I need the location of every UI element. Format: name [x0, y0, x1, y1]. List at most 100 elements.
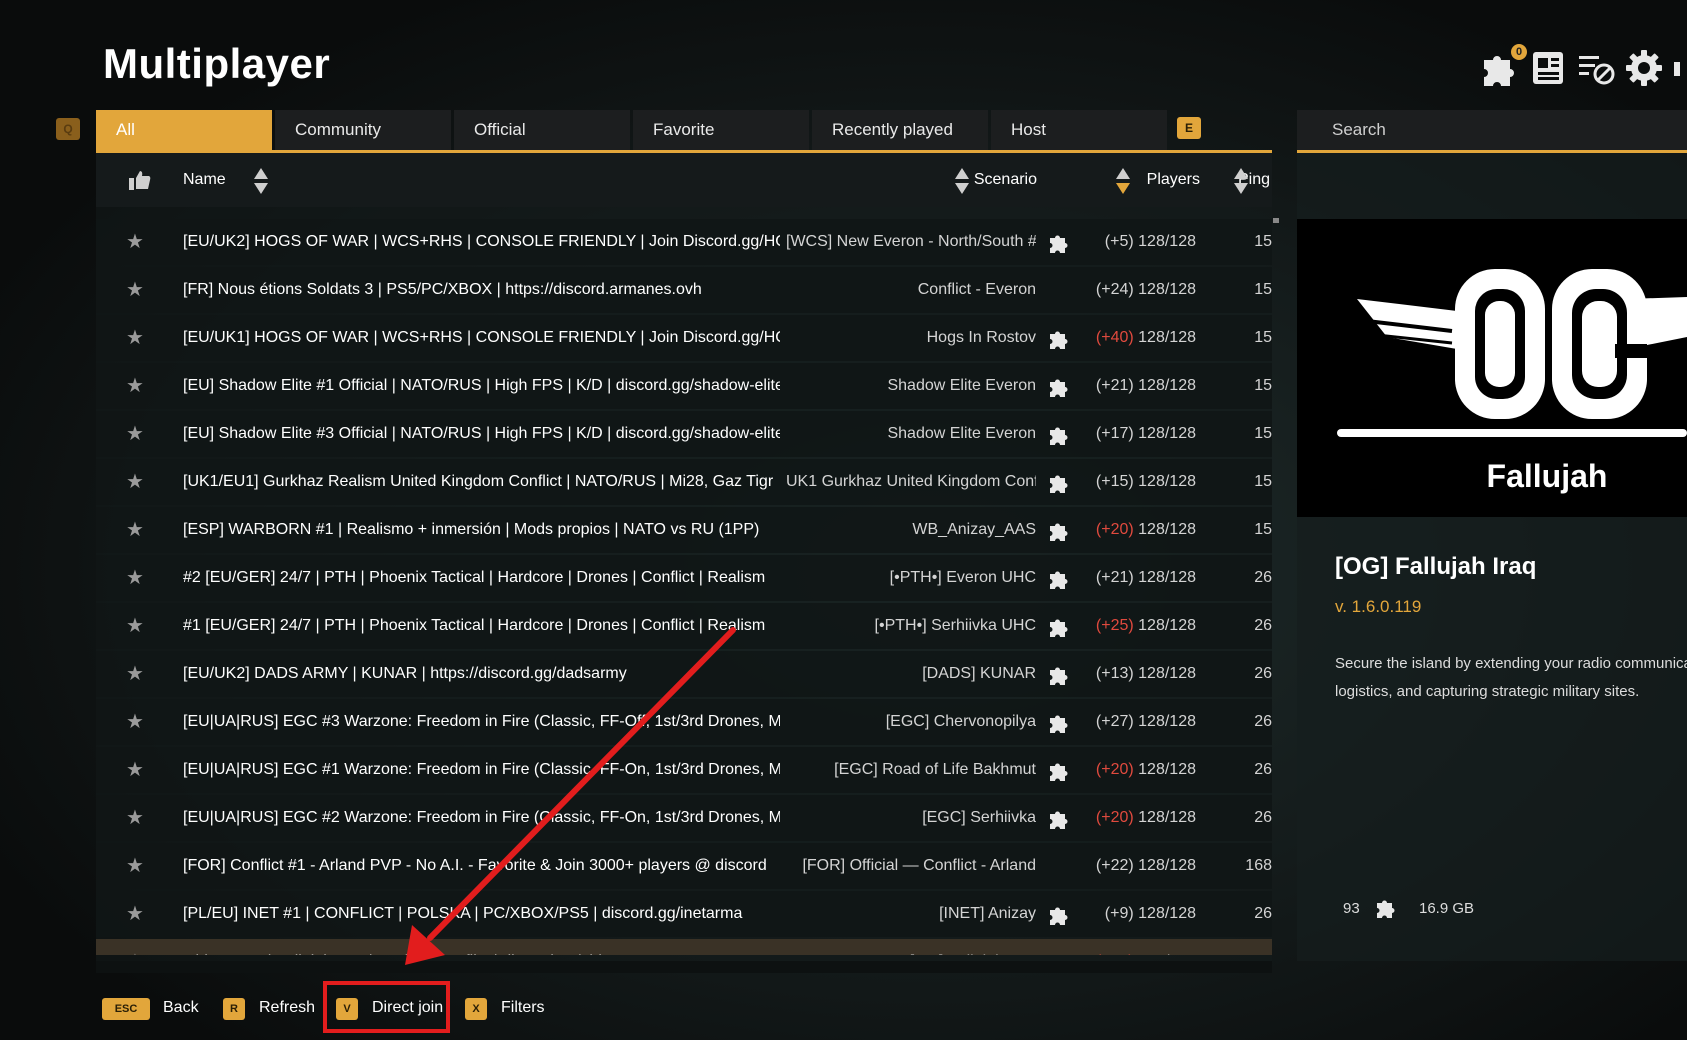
player-queue-delta: (+20) — [1095, 761, 1134, 778]
server-ping: 26 — [1254, 665, 1272, 682]
favorite-star-icon[interactable]: ★ — [126, 267, 146, 313]
server-ping: 26 — [1254, 761, 1272, 778]
next-tab-key[interactable]: E — [1177, 117, 1201, 139]
player-queue-delta: (+25) — [1096, 953, 1134, 955]
server-scenario: [DADS] KUNAR — [922, 665, 1036, 682]
sort-arrows-active-icon[interactable] — [1116, 168, 1130, 194]
filter-clear-icon[interactable] — [1576, 48, 1616, 88]
player-queue-delta: (+9) — [1104, 905, 1134, 922]
server-players: (+20) 128/128 — [1086, 747, 1196, 793]
player-count: 128/128 — [1138, 617, 1196, 634]
back-button[interactable]: Back — [163, 988, 199, 1028]
favorite-star-icon[interactable]: ★ — [126, 315, 146, 361]
table-row[interactable]: ★ [EU] Shadow Elite #1 Official | NATO/RU… — [96, 363, 1272, 409]
mods-icon — [1050, 715, 1068, 733]
player-count: 128/128 — [1138, 905, 1196, 922]
table-row[interactable]: ★ [EU] Shadow Elite #3 Official | NATO/RU… — [96, 411, 1272, 457]
server-name: #2 [EU/GER] 24/7 | PTH | Phoenix Tactica… — [183, 569, 766, 586]
table-row[interactable]: ★ [EU/UK1] HOGS OF WAR | WCS+RHS | CONSOL… — [96, 315, 1272, 361]
favorite-star-icon[interactable]: ★ — [126, 363, 146, 409]
player-queue-delta: (+20) — [1095, 521, 1134, 538]
server-name: [EU/UK1] HOGS OF WAR | WCS+RHS | CONSOLE… — [183, 329, 780, 346]
favorite-star-icon[interactable]: ★ — [126, 939, 146, 955]
server-players: (+20) 128/128 — [1086, 507, 1196, 553]
tab-recently-played[interactable]: Recently played — [812, 110, 988, 150]
favorite-star-icon[interactable]: ★ — [126, 651, 146, 697]
server-ping: 15 — [1254, 473, 1272, 490]
mods-badge: 0 — [1511, 44, 1527, 60]
server-players: (+13) 128/128 — [1086, 651, 1196, 697]
table-row[interactable]: ★ [PL/EU] INET #1 | CONFLICT | POLSKA | P… — [96, 891, 1272, 937]
og-logo-icon: Fallujah — [1297, 219, 1687, 517]
favorite-star-icon[interactable]: ★ — [126, 603, 146, 649]
player-count: 128/128 — [1138, 521, 1196, 538]
search-input[interactable]: Search — [1297, 110, 1687, 150]
favorite-star-icon[interactable]: ★ — [126, 747, 146, 793]
mod-size: 16.9 GB — [1419, 900, 1475, 917]
table-row[interactable]: ★ [EU|UA|RUS] EGC #2 Warzone: Freedom in … — [96, 795, 1272, 841]
thumbs-up-icon[interactable] — [129, 170, 151, 190]
favorite-star-icon[interactable]: ★ — [126, 891, 146, 937]
mods-icon — [1048, 951, 1070, 955]
favorite-star-icon[interactable]: ★ — [126, 507, 146, 553]
column-name[interactable]: Name — [183, 153, 226, 207]
mods-icon — [1050, 475, 1068, 493]
server-name: [EU|UA|RUS] EGC #2 Warzone: Freedom in F… — [183, 809, 780, 826]
news-icon[interactable] — [1528, 48, 1568, 88]
scrollbar[interactable] — [1273, 218, 1279, 223]
player-count: 128/128 — [1138, 329, 1196, 346]
server-players: (+21) 128/128 — [1086, 555, 1196, 601]
server-scenario: Hogs In Rostov — [926, 329, 1036, 346]
tab-community[interactable]: Community — [275, 110, 451, 150]
server-scenario: [•PTH•] Serhiivka UHC — [874, 617, 1036, 634]
server-players: (+20) 128/128 — [1086, 795, 1196, 841]
mods-icon — [1050, 619, 1068, 637]
table-row[interactable]: ★ [FR] Nous étions Soldats 3 | PS5/PC/XBO… — [96, 267, 1272, 313]
server-scenario: [WCS] New Everon - North/South #1 — [786, 233, 1036, 250]
favorite-star-icon[interactable]: ★ — [126, 459, 146, 505]
table-row[interactable]: ★ [ESP] WARBORN #1 | Realismo + inmersión… — [96, 507, 1272, 553]
server-name: [EU] Shadow Elite #1 Official | NATO/RUS… — [183, 377, 780, 394]
server-scenario: [FOR] Official — Conflict - Arland — [802, 857, 1036, 874]
mods-icon — [1050, 523, 1068, 541]
favorite-star-icon[interactable]: ★ — [126, 843, 146, 889]
server-ping: 26 — [1254, 569, 1272, 586]
mods-icon — [1377, 900, 1395, 918]
table-row[interactable]: ★ [UK1/EU1] Gurkhaz Realism United Kingdo… — [96, 459, 1272, 505]
tab-host[interactable]: Host — [991, 110, 1167, 150]
favorite-star-icon[interactable]: ★ — [126, 219, 146, 265]
column-ping[interactable]: Ping — [1186, 153, 1270, 207]
tab-official[interactable]: Official — [454, 110, 630, 150]
server-players: (+5) 128/128 — [1086, 219, 1196, 265]
server-ping: 26 — [1254, 905, 1272, 922]
favorite-star-icon[interactable]: ★ — [126, 411, 146, 457]
tab-favorite[interactable]: Favorite — [633, 110, 809, 150]
table-row[interactable]: ★ #1 [EU/GER] 24/7 | PTH | Phoenix Tactic… — [96, 603, 1272, 649]
prev-tab-key[interactable]: Q — [56, 118, 80, 140]
table-row[interactable]: ★ [EU|UA|RUS] EGC #1 Warzone: Freedom in … — [96, 747, 1272, 793]
server-name: [PL/EU] INET #1 | CONFLICT | POLSKA | PC… — [183, 905, 743, 922]
refresh-button[interactable]: Refresh — [259, 988, 315, 1028]
player-queue-delta: (+24) — [1095, 281, 1134, 298]
server-name: [FOR] Conflict #1 - Arland PVP - No A.I.… — [183, 857, 767, 874]
server-players: (+21) 128/128 — [1086, 363, 1196, 409]
tab-all[interactable]: All — [96, 110, 272, 150]
favorite-star-icon[interactable]: ★ — [126, 555, 146, 601]
table-row[interactable]: ★ Old Guys 9 | Fallujah Iraq | Modern Con… — [96, 939, 1272, 955]
server-scenario: [EGC] Chervonopilya — [885, 713, 1036, 730]
sort-arrows-icon[interactable] — [254, 168, 268, 194]
server-list-header: Name Scenario Players Ping — [96, 153, 1272, 207]
table-row[interactable]: ★ [EU/UK2] DADS ARMY | KUNAR | https://di… — [96, 651, 1272, 697]
table-row[interactable]: ★ [EU/UK2] HOGS OF WAR | WCS+RHS | CONSOL… — [96, 219, 1272, 265]
sort-arrows-icon[interactable] — [1234, 168, 1248, 194]
server-players: (+15) 128/128 — [1086, 459, 1196, 505]
table-row[interactable]: ★ #2 [EU/GER] 24/7 | PTH | Phoenix Tactic… — [96, 555, 1272, 601]
gear-icon[interactable] — [1624, 48, 1664, 88]
server-ping: 26 — [1254, 809, 1272, 826]
favorite-star-icon[interactable]: ★ — [126, 699, 146, 745]
sort-arrows-icon[interactable] — [955, 168, 969, 194]
table-row[interactable]: ★ [FOR] Conflict #1 - Arland PVP - No A.I… — [96, 843, 1272, 889]
filters-button[interactable]: Filters — [501, 988, 545, 1028]
favorite-star-icon[interactable]: ★ — [126, 795, 146, 841]
table-row[interactable]: ★ [EU|UA|RUS] EGC #3 Warzone: Freedom in … — [96, 699, 1272, 745]
